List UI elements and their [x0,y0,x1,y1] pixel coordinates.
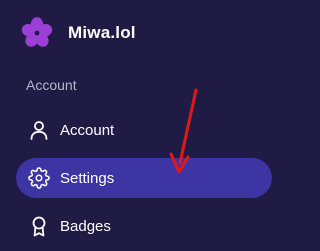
user-icon [28,119,50,141]
sidebar-item-label: Badges [60,217,111,235]
brand-name: Miwa.lol [68,23,136,42]
sidebar-item-account[interactable]: Account [16,110,272,150]
sidebar-item-label: Account [60,121,115,139]
sidebar-item-settings[interactable]: Settings [16,158,272,198]
flower-logo-icon [21,17,53,47]
section-title-account: Account [26,77,77,93]
badge-icon [28,215,50,237]
gear-icon [28,167,50,189]
sidebar-item-badges[interactable]: Badges [16,206,272,246]
brand[interactable]: Miwa.lol [20,14,136,52]
sidebar-item-label: Settings [60,169,115,187]
sidebar: Miwa.lol Account Account Settings Badges [0,0,285,251]
